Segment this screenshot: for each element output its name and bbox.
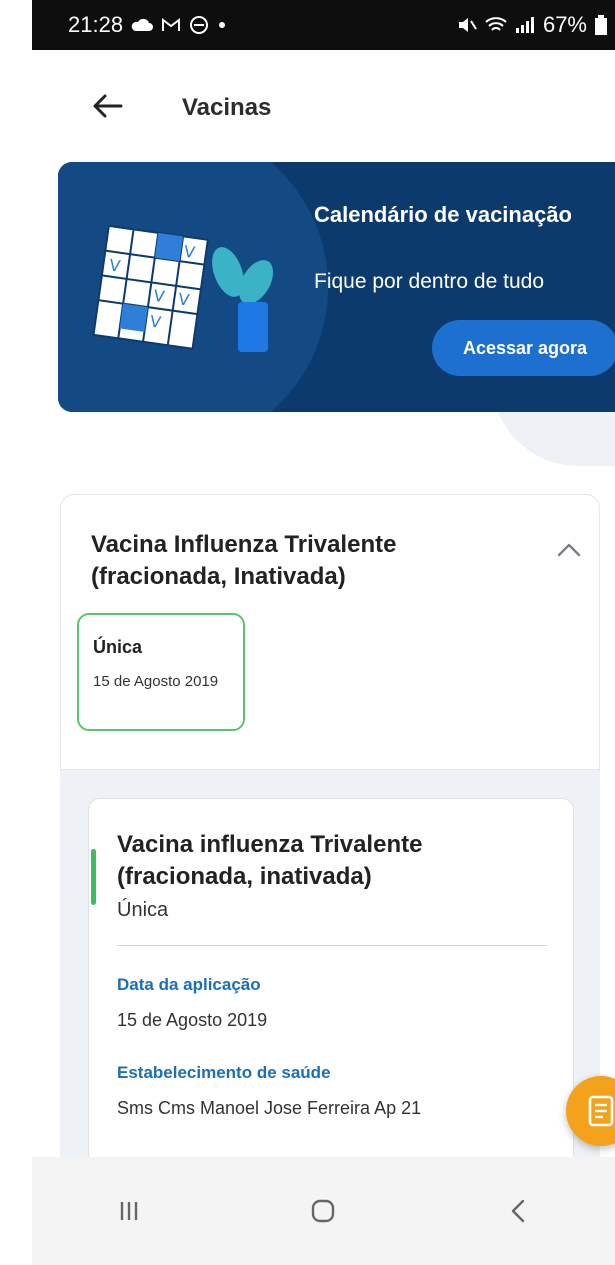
recents-icon (120, 1202, 138, 1220)
dose-label: Única (93, 637, 143, 657)
detail-vaccine-name: Vacina influenza Trivalente (fracionada,… (117, 831, 423, 890)
document-icon (588, 1095, 614, 1127)
banner-title: Calendário de vacinação (314, 202, 572, 227)
do-not-disturb-icon (190, 16, 209, 34)
banner-subtitle: Fique por dentro de tudo (314, 270, 544, 293)
dose-detail-section: Vacina influenza Trivalente (fracionada,… (60, 770, 600, 1238)
accent-bar (91, 849, 96, 905)
facility-value: Sms Cms Manoel Jose Ferreira Ap 21 (117, 1098, 422, 1118)
battery-percentage: 67% (542, 12, 587, 37)
system-nav-bar (32, 1157, 615, 1265)
detail-dose: Única (117, 899, 169, 921)
vaccination-calendar-banner: V V V V V Calendário de vacinação Fique … (58, 162, 615, 412)
signal-icon (515, 17, 534, 33)
calendar-illustration: V V V V V (92, 224, 274, 352)
recents-button[interactable] (99, 1181, 159, 1241)
cloud-icon (131, 18, 154, 31)
status-bar: 21:28 67% (32, 0, 615, 50)
application-date-value: 15 de Agosto 2019 (117, 1010, 268, 1030)
page-title: Vacinas (182, 94, 272, 121)
home-button[interactable] (293, 1181, 353, 1241)
dose-date: 15 de Agosto 2019 (93, 673, 219, 690)
back-button[interactable] (90, 88, 126, 124)
access-now-button[interactable]: Acessar agora (432, 320, 615, 376)
status-time: 21:28 (68, 12, 124, 37)
mute-icon (458, 18, 477, 32)
chevron-up-icon[interactable] (555, 539, 583, 559)
app-frame: 21:28 67% Vacinas V V V V V Calendário d… (32, 0, 615, 1265)
facility-label: Estabelecimento de saúde (117, 1063, 331, 1082)
app-header: Vacinas (32, 50, 615, 160)
vaccine-card[interactable]: Vacina Influenza Trivalente (fracionada,… (60, 494, 600, 770)
vaccine-name: Vacina Influenza Trivalente (fracionada,… (91, 531, 397, 590)
divider (117, 945, 547, 946)
home-icon (312, 1199, 335, 1223)
back-chevron-icon (511, 1199, 525, 1223)
arrow-left-icon (93, 94, 123, 118)
system-back-button[interactable] (488, 1181, 548, 1241)
dot-icon (219, 22, 226, 28)
gmail-icon (162, 18, 181, 31)
dose-chip[interactable]: Única 15 de Agosto 2019 (77, 613, 245, 731)
wifi-icon (485, 17, 507, 31)
battery-icon (595, 15, 607, 35)
application-date-label: Data da aplicação (117, 975, 261, 994)
